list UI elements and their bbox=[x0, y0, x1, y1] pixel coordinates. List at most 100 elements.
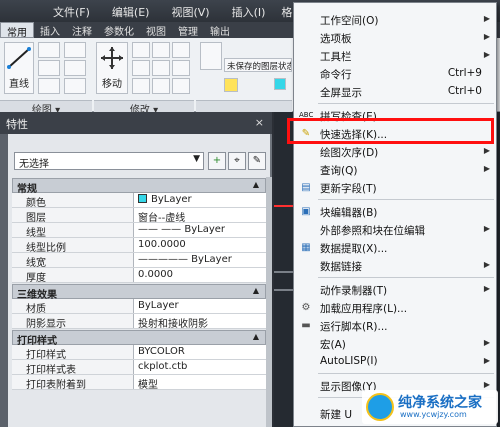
menu-view[interactable]: 视图(V) bbox=[163, 3, 217, 21]
prop-row-linetype-scale[interactable]: 线型比例 100.0000 bbox=[12, 238, 266, 254]
scale-button[interactable] bbox=[172, 60, 190, 76]
layer-panel-label bbox=[196, 100, 292, 112]
quick-select-icon[interactable]: ✎ bbox=[248, 152, 266, 170]
tools-menu: 工作空间(O) ▶ 选项板 ▶ 工具栏 ▶ 命令行 Ctrl+9 全屏显示 Ctrl+0 … bbox=[293, 2, 497, 427]
menu-item-run-script[interactable]: ▬ 运行脚本(R)... bbox=[294, 317, 496, 335]
highlight-box bbox=[287, 118, 494, 144]
select-objects-icon[interactable]: ⌖ bbox=[228, 152, 246, 170]
menu-item-data-extraction[interactable]: ▦ 数据提取(X)... bbox=[294, 239, 496, 257]
prop-row-lineweight[interactable]: 线宽 ————— ByLayer bbox=[12, 253, 266, 269]
hatch-button[interactable] bbox=[64, 60, 86, 76]
menu-item-autolisp[interactable]: AutoLISP(I) ▶ bbox=[294, 353, 496, 371]
circle-button[interactable] bbox=[38, 60, 60, 76]
prop-row-thickness[interactable]: 厚度 0.0000 bbox=[12, 268, 266, 284]
menu-item-macros[interactable]: 宏(A) ▶ bbox=[294, 335, 496, 353]
prop-row-color[interactable]: 颜色 ByLayer bbox=[12, 193, 266, 209]
menu-item-action-recorder[interactable]: 动作录制器(T) ▶ bbox=[294, 281, 496, 299]
trim-button[interactable] bbox=[132, 60, 150, 76]
line-icon bbox=[7, 47, 31, 69]
submenu-arrow-icon: ▶ bbox=[483, 338, 490, 347]
menu-item-xref-edit[interactable]: 外部参照和块在位编辑 ▶ bbox=[294, 221, 496, 239]
submenu-arrow-icon: ▶ bbox=[483, 260, 490, 269]
layer-color-icon[interactable] bbox=[274, 78, 286, 90]
prop-row-shadow[interactable]: 阴影显示 投射和接收阴影 bbox=[12, 314, 266, 330]
menu-edit[interactable]: 编辑(E) bbox=[104, 3, 158, 21]
tab-parametric[interactable]: 参数化 bbox=[98, 22, 140, 38]
prop-row-plot-style[interactable]: 打印样式 BYCOLOR bbox=[12, 345, 266, 361]
menu-item-command-line[interactable]: 命令行 Ctrl+9 bbox=[294, 65, 496, 83]
tab-view[interactable]: 视图 bbox=[140, 22, 172, 38]
layer-light-icon[interactable] bbox=[224, 78, 238, 92]
move-icon bbox=[101, 47, 123, 69]
arc-button[interactable] bbox=[38, 78, 60, 94]
watermark: 纯净系统之家 www.ycwjzy.com bbox=[362, 390, 498, 424]
menu-item-palettes[interactable]: 选项板 ▶ bbox=[294, 29, 496, 47]
prop-row-plot-attached[interactable]: 打印表附着到 模型 bbox=[12, 375, 266, 391]
menu-insert[interactable]: 插入(I) bbox=[224, 3, 274, 21]
tab-annotate[interactable]: 注释 bbox=[66, 22, 98, 38]
explode-button[interactable] bbox=[172, 78, 190, 94]
submenu-arrow-icon: ▶ bbox=[483, 146, 490, 155]
stretch-button[interactable] bbox=[152, 60, 170, 76]
palette-side-bar[interactable] bbox=[0, 134, 8, 427]
prop-row-layer[interactable]: 图层 窗台--虚线 bbox=[12, 208, 266, 224]
toggle-pickadd-icon[interactable]: + bbox=[208, 152, 226, 170]
section-3d-effects[interactable]: 三维效果 ▲ bbox=[12, 284, 266, 301]
move-button[interactable]: 移动 bbox=[96, 42, 128, 94]
tab-output[interactable]: 输出 bbox=[204, 22, 236, 38]
selection-dropdown[interactable]: 无选择 ▼ bbox=[14, 152, 204, 170]
section-plot-style[interactable]: 打印样式 ▲ bbox=[12, 330, 266, 347]
tab-home[interactable]: 常用 bbox=[0, 22, 34, 39]
close-icon[interactable]: × bbox=[255, 116, 264, 129]
copy-button[interactable] bbox=[152, 42, 170, 58]
menu-item-workspace[interactable]: 工作空间(O) ▶ bbox=[294, 11, 496, 29]
menu-file[interactable]: 文件(F) bbox=[45, 3, 98, 21]
rotate-button[interactable] bbox=[132, 42, 150, 58]
block-editor-icon: ▣ bbox=[301, 206, 311, 217]
menu-item-fullscreen[interactable]: 全屏显示 Ctrl+0 bbox=[294, 83, 496, 101]
selection-value: 无选择 bbox=[19, 159, 49, 170]
menu-item-update-fields[interactable]: ▤ 更新字段(T) bbox=[294, 179, 496, 197]
tab-manage[interactable]: 管理 bbox=[172, 22, 204, 38]
menu-item-data-links[interactable]: 数据链接 ▶ bbox=[294, 257, 496, 275]
menu-item-toolbars[interactable]: 工具栏 ▶ bbox=[294, 47, 496, 65]
layer-state-label: 未保存的图层状态 bbox=[227, 62, 292, 72]
update-field-icon: ▤ bbox=[301, 182, 311, 193]
line-label: 直线 bbox=[9, 79, 29, 90]
prop-row-linetype[interactable]: 线型 —— —— ByLayer bbox=[12, 223, 266, 239]
tab-insert[interactable]: 插入 bbox=[34, 22, 66, 38]
palette-scrollbar[interactable] bbox=[266, 177, 272, 427]
region-button[interactable] bbox=[64, 78, 86, 94]
watermark-url: www.ycwjzy.com bbox=[400, 410, 467, 419]
offset-button[interactable] bbox=[152, 78, 170, 94]
submenu-arrow-icon: ▶ bbox=[483, 224, 490, 233]
properties-palette: 特性 × 无选择 ▼ + ⌖ ✎ 常规 ▲ 颜色 ByLayer 图层 窗台--虚线 … bbox=[0, 112, 272, 427]
submenu-arrow-icon: ▶ bbox=[483, 380, 490, 389]
polyline-button[interactable] bbox=[38, 42, 60, 58]
menu-item-draw-order[interactable]: 绘图次序(D) ▶ bbox=[294, 143, 496, 161]
submenu-arrow-icon: ▶ bbox=[483, 164, 490, 173]
run-script-icon: ▬ bbox=[301, 320, 311, 331]
array-button[interactable] bbox=[132, 78, 150, 94]
prop-row-material[interactable]: 材质 ByLayer bbox=[12, 299, 266, 315]
menu-item-block-editor[interactable]: ▣ 块编辑器(B) bbox=[294, 203, 496, 221]
mirror-button[interactable] bbox=[172, 42, 190, 58]
properties-title: 特性 bbox=[0, 112, 272, 134]
section-general[interactable]: 常规 ▲ bbox=[12, 178, 266, 195]
chevron-down-icon: ▼ bbox=[193, 154, 200, 164]
data-extraction-icon: ▦ bbox=[301, 242, 311, 253]
menu-item-inquiry[interactable]: 查询(Q) ▶ bbox=[294, 161, 496, 179]
modify-panel-label[interactable]: 修改 ▾ bbox=[94, 100, 194, 116]
draw-panel-label[interactable]: 绘图 ▾ bbox=[0, 100, 92, 116]
submenu-arrow-icon: ▶ bbox=[483, 32, 490, 41]
submenu-arrow-icon: ▶ bbox=[483, 356, 490, 365]
rectangle-button[interactable] bbox=[64, 42, 86, 58]
menu-bar: 文件(F) 编辑(E) 视图(V) 插入(I) 格式(O) bbox=[45, 3, 329, 21]
layer-state-dropdown[interactable]: 未保存的图层状态 bbox=[224, 58, 292, 72]
prop-row-plot-table[interactable]: 打印样式表 ckplot.ctb bbox=[12, 360, 266, 376]
line-button[interactable]: 直线 bbox=[4, 42, 34, 94]
menu-item-load-application[interactable]: ⚙ 加载应用程序(L)... bbox=[294, 299, 496, 317]
color-swatch bbox=[138, 194, 147, 203]
layer-properties-button[interactable] bbox=[200, 42, 222, 70]
submenu-arrow-icon: ▶ bbox=[483, 284, 490, 293]
